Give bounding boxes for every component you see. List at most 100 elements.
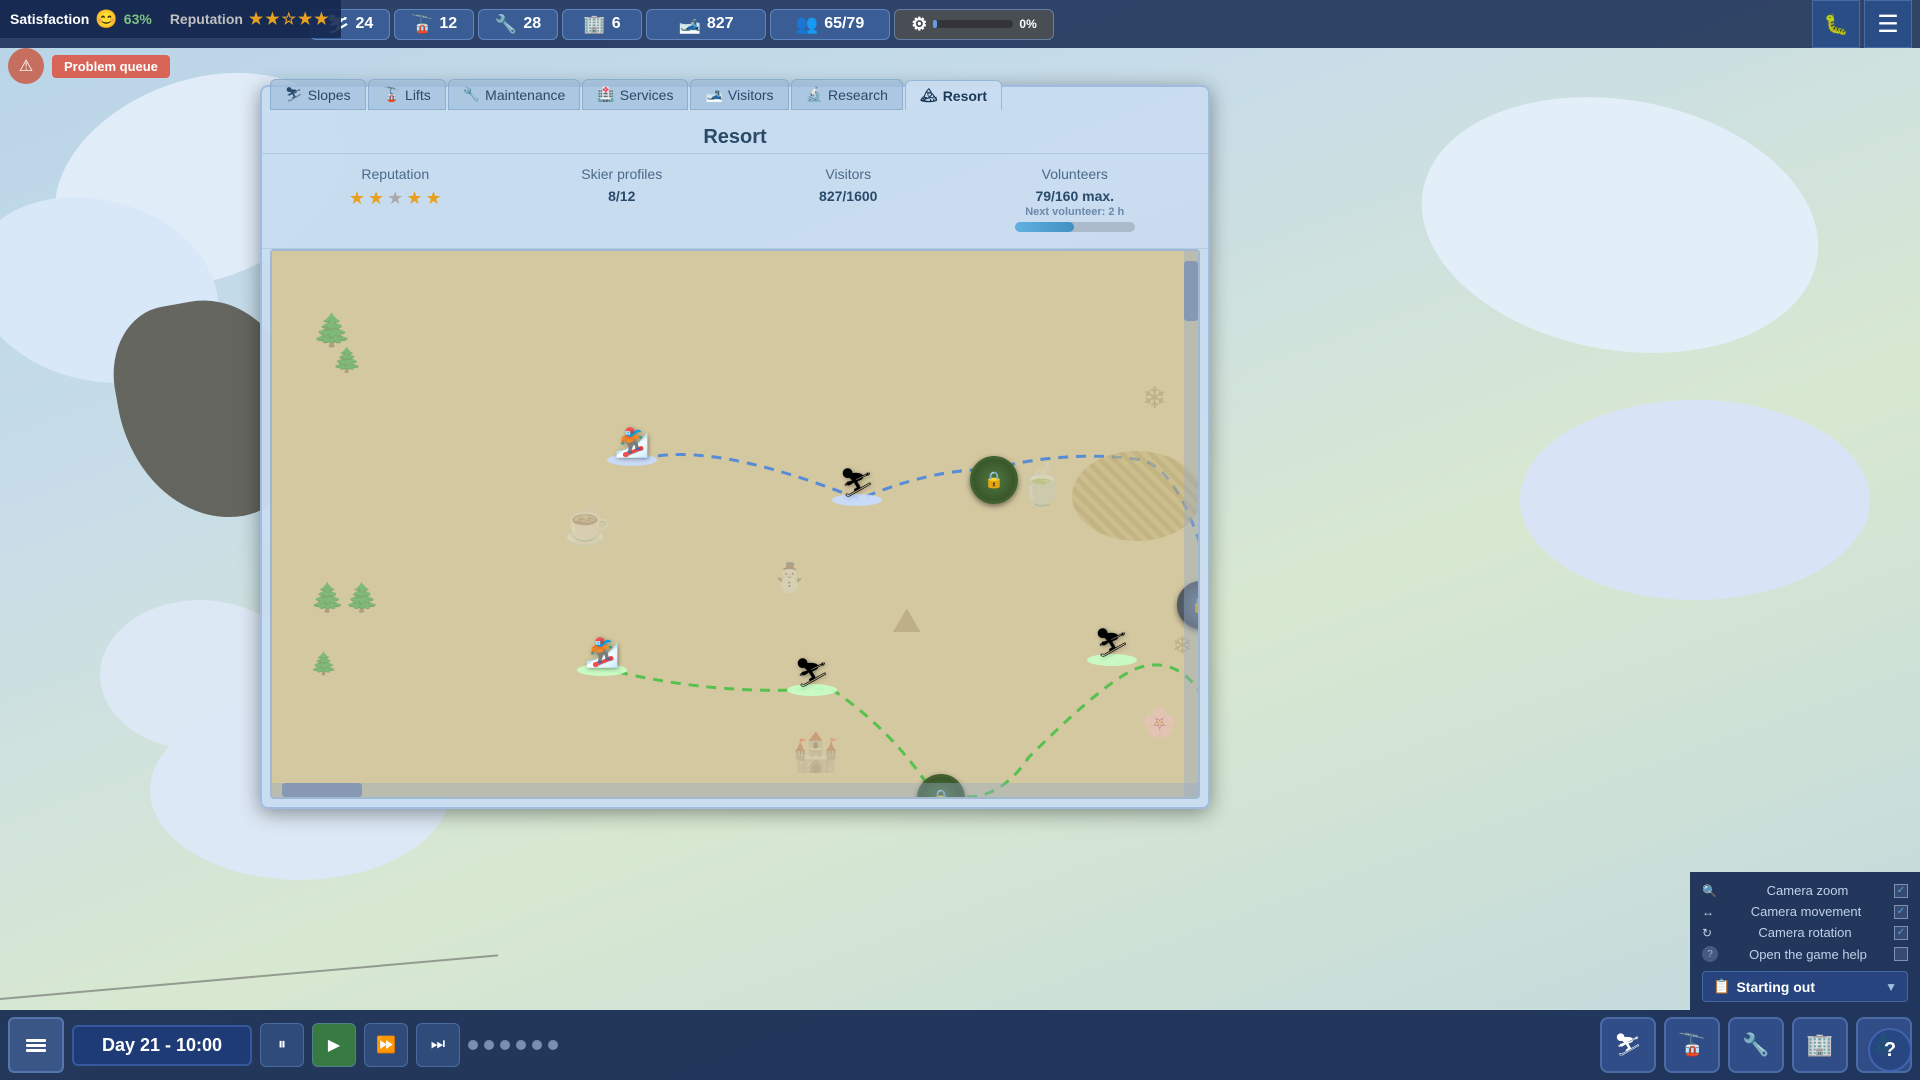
problem-queue-label[interactable]: Problem queue bbox=[52, 55, 170, 78]
map-background: 🌲 🌲 ☕ 🍵 ❄ ❄ ⛰ 🏰 ⛄ 🌸 🌲🌲 🌲 🏂 ⛷ bbox=[272, 251, 1198, 797]
reputation-stars: ★★☆★★ bbox=[249, 9, 331, 29]
dot-3 bbox=[500, 1040, 510, 1050]
camera-zoom-label: Camera zoom bbox=[1767, 883, 1849, 898]
tab-resort[interactable]: 🏔 Resort bbox=[905, 80, 1002, 110]
maintenance-stat[interactable]: 🔧 28 bbox=[478, 9, 558, 40]
slopes-tab-label: Slopes bbox=[308, 87, 351, 103]
map-doodle-tree1: 🌲 bbox=[312, 311, 352, 349]
buildings-value: 6 bbox=[612, 15, 621, 33]
camera-movement-label: Camera movement bbox=[1751, 904, 1862, 919]
workers-value: 65/79 bbox=[824, 15, 864, 33]
settings-icon: ⚙ bbox=[911, 14, 927, 35]
lifts-icon: 🚡 bbox=[411, 14, 433, 35]
dot-indicators bbox=[468, 1040, 558, 1050]
problem-icon: ⚠ bbox=[8, 48, 44, 84]
camera-movement-checkbox[interactable]: ✓ bbox=[1894, 905, 1908, 919]
visitors-icon: 🎿 bbox=[678, 14, 700, 35]
tab-visitors[interactable]: 🎿 Visitors bbox=[690, 79, 788, 110]
slope-tool-button[interactable]: ⛷ bbox=[1600, 1017, 1656, 1073]
maintenance-tool-button[interactable]: 🔧 bbox=[1728, 1017, 1784, 1073]
map-doodle-trees2: 🌲 bbox=[310, 651, 337, 677]
pause-button[interactable]: ⏸ bbox=[260, 1023, 304, 1067]
volunteers-current: 79/160 max. bbox=[962, 188, 1189, 204]
skier-token-3: 🏂 bbox=[572, 621, 632, 691]
lifts-value: 12 bbox=[439, 15, 457, 33]
visitors-block: Visitors 827/1600 bbox=[735, 166, 962, 236]
skier-token-2: ⛷ bbox=[827, 451, 887, 521]
bug-report-button[interactable]: 🐛 bbox=[1812, 0, 1860, 48]
slopes-tab-icon: ⛷ bbox=[285, 86, 303, 103]
map-scrollbar-vertical[interactable] bbox=[1184, 251, 1198, 797]
camera-rotation-icon: ↻ bbox=[1702, 926, 1712, 940]
volunteers-progress-fill bbox=[1015, 222, 1074, 232]
help-button[interactable]: ? bbox=[1868, 1028, 1912, 1072]
lifts-stat[interactable]: 🚡 12 bbox=[394, 9, 474, 40]
camera-controls-panel: 🔍 Camera zoom ✓ ↔ Camera movement ✓ ↻ Ca… bbox=[1690, 872, 1920, 1010]
visitors-tab-label: Visitors bbox=[728, 87, 774, 103]
maintenance-value: 28 bbox=[523, 15, 541, 33]
resort-map[interactable]: 🌲 🌲 ☕ 🍵 ❄ ❄ ⛰ 🏰 ⛄ 🌸 🌲🌲 🌲 🏂 ⛷ bbox=[270, 249, 1200, 799]
trail-paths-svg bbox=[272, 251, 1198, 797]
camera-rotation-checkbox[interactable]: ✓ bbox=[1894, 926, 1908, 940]
fast-forward-icon: ⏩ bbox=[376, 1035, 396, 1055]
skier-profiles-value: 8/12 bbox=[509, 188, 736, 204]
lifts-tab-icon: 🚡 bbox=[383, 86, 400, 103]
problem-queue-container: ⚠ Problem queue bbox=[8, 48, 170, 84]
layers-icon bbox=[22, 1031, 50, 1059]
map-doodle-tree2: 🌲 bbox=[332, 346, 362, 375]
play-icon: ▶ bbox=[328, 1035, 340, 1055]
satisfaction-emoji: 😊 bbox=[95, 9, 117, 30]
maintenance-tab-label: Maintenance bbox=[485, 87, 565, 103]
camera-movement-icon: ↔ bbox=[1702, 905, 1714, 919]
camera-zoom-checkbox[interactable]: ✓ bbox=[1894, 884, 1908, 898]
open-help-label: Open the game help bbox=[1749, 947, 1867, 962]
menu-button[interactable]: ☰ bbox=[1864, 0, 1912, 48]
buildings-stat[interactable]: 🏢 6 bbox=[562, 9, 642, 40]
workers-stat[interactable]: 👥 65/79 bbox=[770, 9, 890, 40]
layers-button[interactable] bbox=[8, 1017, 64, 1073]
research-tab-icon: 🔬 bbox=[806, 86, 823, 103]
volunteers-progress-bar bbox=[1015, 222, 1135, 232]
maintenance-tab-icon: 🔧 bbox=[463, 86, 480, 103]
map-doodle-mug: 🍵 bbox=[1017, 461, 1067, 508]
visitors-block-value: 827/1600 bbox=[735, 188, 962, 204]
resort-tab-label: Resort bbox=[943, 88, 987, 104]
skier-token-4: ⛷ bbox=[782, 641, 842, 711]
volunteers-block: Volunteers 79/160 max. Next volunteer: 2… bbox=[962, 166, 1189, 236]
skier-profiles-label: Skier profiles bbox=[509, 166, 736, 182]
fastest-forward-button[interactable]: ⏭ bbox=[416, 1023, 460, 1067]
visitors-block-label: Visitors bbox=[735, 166, 962, 182]
tab-slopes[interactable]: ⛷ Slopes bbox=[270, 79, 366, 110]
map-scrollbar-horizontal[interactable] bbox=[272, 783, 1198, 797]
tab-maintenance[interactable]: 🔧 Maintenance bbox=[448, 79, 581, 110]
starting-out-chevron: ▼ bbox=[1885, 980, 1897, 994]
building-tool-button[interactable]: 🏢 bbox=[1792, 1017, 1848, 1073]
reputation-block: Reputation ★ ★ ★ ★ ★ bbox=[282, 166, 509, 236]
settings-percent: 0% bbox=[1019, 17, 1036, 31]
lock-node-1[interactable]: 🔒 bbox=[970, 456, 1018, 504]
top-right-buttons: 🐛 ☰ bbox=[1812, 0, 1920, 48]
services-tab-icon: 🏥 bbox=[597, 86, 614, 103]
skier-token-5: ⛷ bbox=[1082, 611, 1142, 681]
buildings-icon: 🏢 bbox=[583, 14, 605, 35]
map-doodle-snowman: ⛄ bbox=[772, 561, 807, 594]
fast-forward-button[interactable]: ⏩ bbox=[364, 1023, 408, 1067]
play-button[interactable]: ▶ bbox=[312, 1023, 356, 1067]
tab-research[interactable]: 🔬 Research bbox=[791, 79, 903, 110]
tab-services[interactable]: 🏥 Services bbox=[582, 79, 688, 110]
map-doodle-flower: 🌸 bbox=[1142, 706, 1177, 739]
settings-stat[interactable]: ⚙ 0% bbox=[894, 9, 1054, 40]
building-tool-icon: 🏢 bbox=[1806, 1032, 1833, 1058]
dot-2 bbox=[484, 1040, 494, 1050]
starting-out-button[interactable]: 📋 Starting out ▼ bbox=[1702, 971, 1908, 1002]
open-help-checkbox[interactable] bbox=[1894, 947, 1908, 961]
lift-tool-button[interactable]: 🚡 bbox=[1664, 1017, 1720, 1073]
visitors-value: 827 bbox=[707, 15, 734, 33]
visitors-stat[interactable]: 🎿 827 bbox=[646, 9, 766, 40]
dot-6 bbox=[548, 1040, 558, 1050]
tab-lifts[interactable]: 🚡 Lifts bbox=[368, 79, 446, 110]
lift-tool-icon: 🚡 bbox=[1678, 1032, 1705, 1058]
camera-zoom-icon: 🔍 bbox=[1702, 884, 1717, 898]
dot-5 bbox=[532, 1040, 542, 1050]
camera-rotation-option: ↻ Camera rotation ✓ bbox=[1702, 922, 1908, 943]
